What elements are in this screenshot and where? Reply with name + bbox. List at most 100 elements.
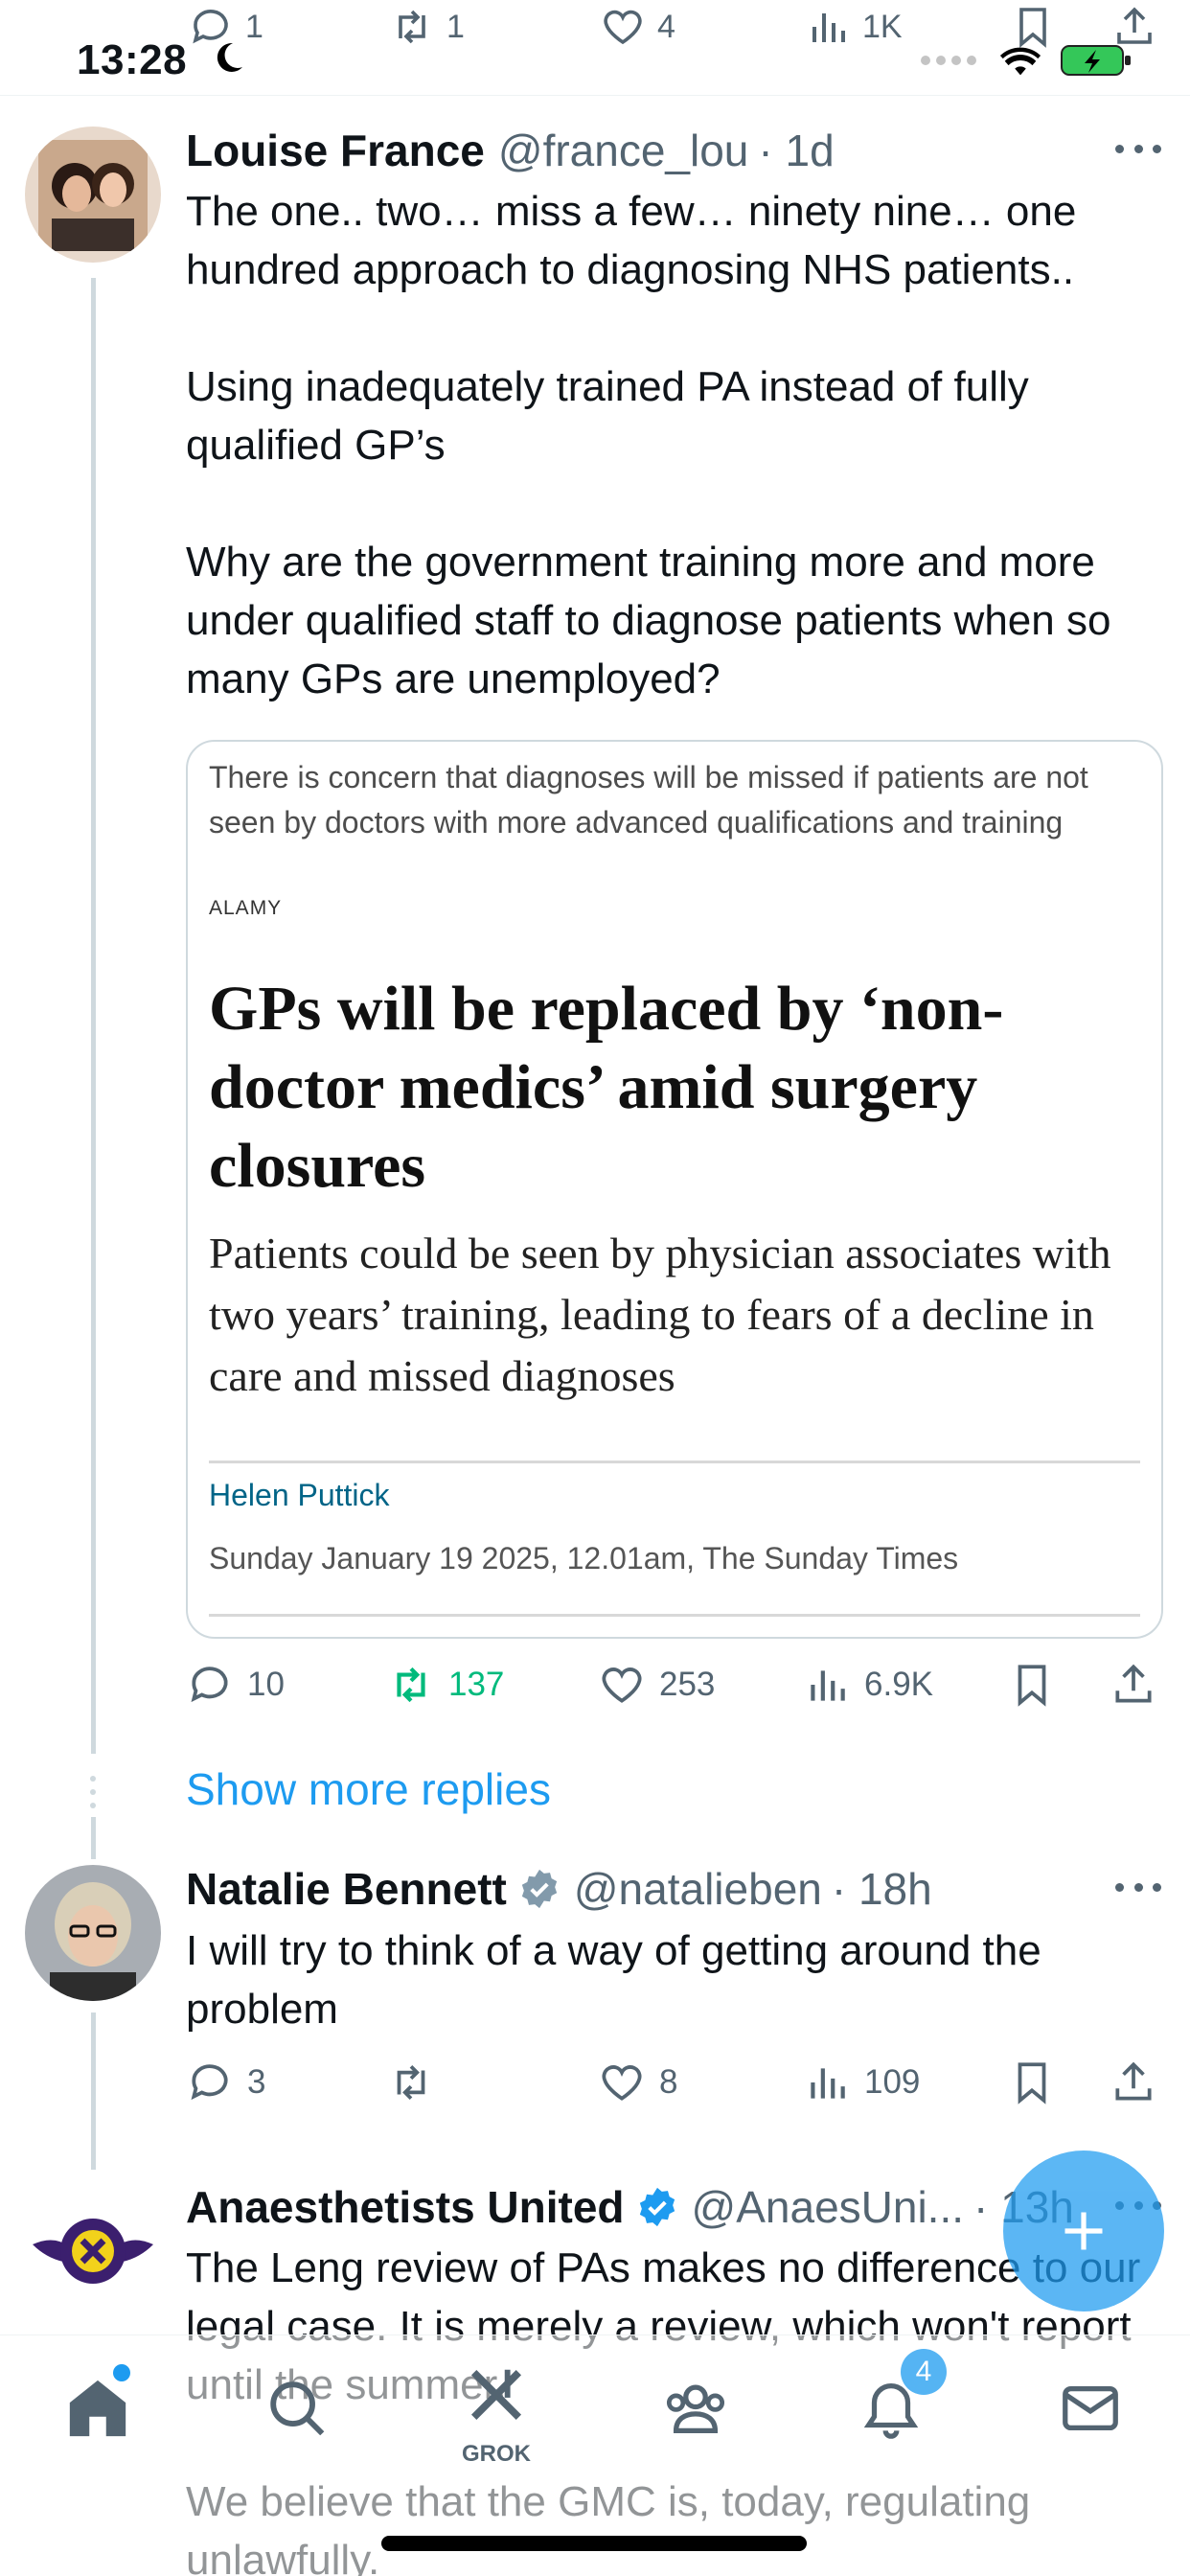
bookmark-button[interactable] xyxy=(1008,1661,1056,1709)
views-count: 6.9K xyxy=(864,1666,933,1703)
like-button[interactable]: 8 xyxy=(598,2058,677,2106)
share-icon xyxy=(1115,1664,1152,1703)
tweet-header: Anaesthetists United @AnaesUni... · 13h xyxy=(186,2181,1074,2233)
link-card[interactable]: There is concern that diagnoses will be … xyxy=(186,740,1163,1639)
views-count: 109 xyxy=(864,2063,921,2101)
card-standfirst: Patients could be seen by physician asso… xyxy=(209,1229,1111,1400)
nav-communities[interactable] xyxy=(657,2370,734,2447)
share-button[interactable] xyxy=(1110,1661,1157,1709)
card-image-caption: There is concern that diagnoses will be … xyxy=(209,760,1088,840)
author-handle[interactable]: @france_lou xyxy=(498,125,749,176)
tweet-actions: 3 8 109 xyxy=(186,2058,1173,2116)
prev-views-count: 1K xyxy=(862,8,903,45)
views-icon xyxy=(811,2068,845,2099)
reply-button[interactable]: 3 xyxy=(186,2058,265,2106)
communities-icon xyxy=(666,2384,725,2433)
mail-icon xyxy=(1063,2385,1118,2431)
prev-views-action[interactable]: 1K xyxy=(805,4,903,50)
prev-like-action[interactable]: 4 xyxy=(600,4,675,50)
tweet-actions: 10 137 253 6.9K xyxy=(186,1661,1173,1718)
views-button[interactable]: 109 xyxy=(803,2058,920,2106)
author-name[interactable]: Natalie Bennett xyxy=(186,1863,507,1915)
repost-icon xyxy=(397,2065,425,2100)
tweet-text: I will try to think of a way of getting … xyxy=(186,1927,1053,2033)
card-dateline: Sunday January 19 2025, 12.01am, The Sun… xyxy=(209,1541,959,1576)
card-divider xyxy=(209,1460,1140,1463)
signal-dots-icon xyxy=(921,56,976,65)
bookmark-icon xyxy=(1018,2062,1046,2104)
more-options-icon[interactable] xyxy=(1115,1880,1161,1894)
avatar-anaesthetists-united[interactable] xyxy=(25,2183,161,2319)
heart-icon xyxy=(602,2065,642,2101)
nav-grok[interactable] xyxy=(458,2357,535,2433)
views-button[interactable]: 6.9K xyxy=(803,1661,933,1709)
reply-count: 10 xyxy=(247,1666,285,1703)
tweet-time: · 18h xyxy=(831,1864,932,1914)
author-name[interactable]: Louise France xyxy=(186,125,485,176)
author-name[interactable]: Anaesthetists United xyxy=(186,2181,625,2233)
nav-grok-label: GROK xyxy=(462,2441,531,2467)
verified-badge-icon xyxy=(639,2187,675,2227)
moon-icon xyxy=(217,42,242,72)
share-icon xyxy=(1115,2061,1152,2101)
tweet-text: The one.. two… miss a few… ninety nine… … xyxy=(186,188,1111,702)
tweet-header: Natalie Bennett @natalieben · 18h xyxy=(186,1863,932,1915)
top-bar: 1 1 4 1K 13:28 xyxy=(0,0,1190,96)
search-icon xyxy=(270,2381,325,2436)
card-byline[interactable]: Helen Puttick xyxy=(209,1478,390,1513)
prev-repost-action[interactable]: 1 xyxy=(389,4,465,50)
author-handle[interactable]: @AnaesUni... xyxy=(692,2181,965,2233)
avatar-natalie-bennett[interactable] xyxy=(25,1865,161,2001)
like-button[interactable]: 253 xyxy=(598,1661,715,1709)
bookmark-icon xyxy=(1018,1665,1046,1707)
share-button[interactable] xyxy=(1110,2058,1157,2106)
home-new-dot xyxy=(113,2364,130,2381)
repost-button[interactable] xyxy=(387,2058,448,2106)
avatar-louise-france[interactable] xyxy=(25,126,161,263)
show-more-replies-link[interactable]: Show more replies xyxy=(186,1763,551,1815)
avatar-photo xyxy=(25,126,161,263)
thread-line xyxy=(91,1817,96,1859)
plus-icon xyxy=(1064,2212,1103,2250)
thread-line xyxy=(91,278,96,1754)
home-indicator xyxy=(381,2536,807,2551)
grok-icon xyxy=(470,2369,522,2421)
bookmark-button[interactable] xyxy=(1008,2058,1056,2106)
avatar-photo xyxy=(25,1865,161,2001)
reply-button[interactable]: 10 xyxy=(186,1661,285,1709)
prev-reply-count: 1 xyxy=(245,8,263,45)
repost-count: 137 xyxy=(448,1666,505,1703)
notifications-badge: 4 xyxy=(901,2349,947,2395)
heart-icon xyxy=(604,10,642,45)
avatar-logo xyxy=(25,2183,161,2319)
heart-icon xyxy=(602,1668,642,1703)
like-count: 253 xyxy=(659,1666,716,1703)
views-icon xyxy=(812,13,845,42)
home-icon xyxy=(69,2380,126,2437)
verified-badge-icon xyxy=(521,1869,558,1909)
thread-gap-dots xyxy=(90,1776,96,1808)
tweet-header: Louise France @france_lou · 1d xyxy=(186,125,835,176)
card-divider xyxy=(209,1614,1140,1617)
views-icon xyxy=(811,1670,845,1701)
card-photo-credit: ALAMY xyxy=(209,897,283,919)
status-icons xyxy=(920,42,1133,79)
battery-charging-icon xyxy=(1061,45,1131,76)
more-options-icon[interactable] xyxy=(1115,142,1161,155)
nav-search[interactable] xyxy=(259,2370,335,2447)
author-handle[interactable]: @natalieben xyxy=(574,1863,822,1915)
nav-home[interactable] xyxy=(59,2370,136,2447)
repost-icon xyxy=(397,1667,425,1703)
compose-button[interactable] xyxy=(1003,2150,1164,2312)
wifi-icon xyxy=(999,47,1041,76)
tweet-time: · 1d xyxy=(758,126,835,175)
like-count: 8 xyxy=(659,2063,678,2101)
status-time: 13:28 xyxy=(77,36,188,83)
reply-icon xyxy=(191,1667,228,1703)
prev-repost-count: 1 xyxy=(446,8,465,45)
repost-button[interactable]: 137 xyxy=(387,1661,504,1709)
reply-icon xyxy=(191,2064,228,2101)
reply-count: 3 xyxy=(247,2063,266,2101)
thread-line xyxy=(91,2012,96,2170)
nav-messages[interactable] xyxy=(1052,2370,1129,2447)
